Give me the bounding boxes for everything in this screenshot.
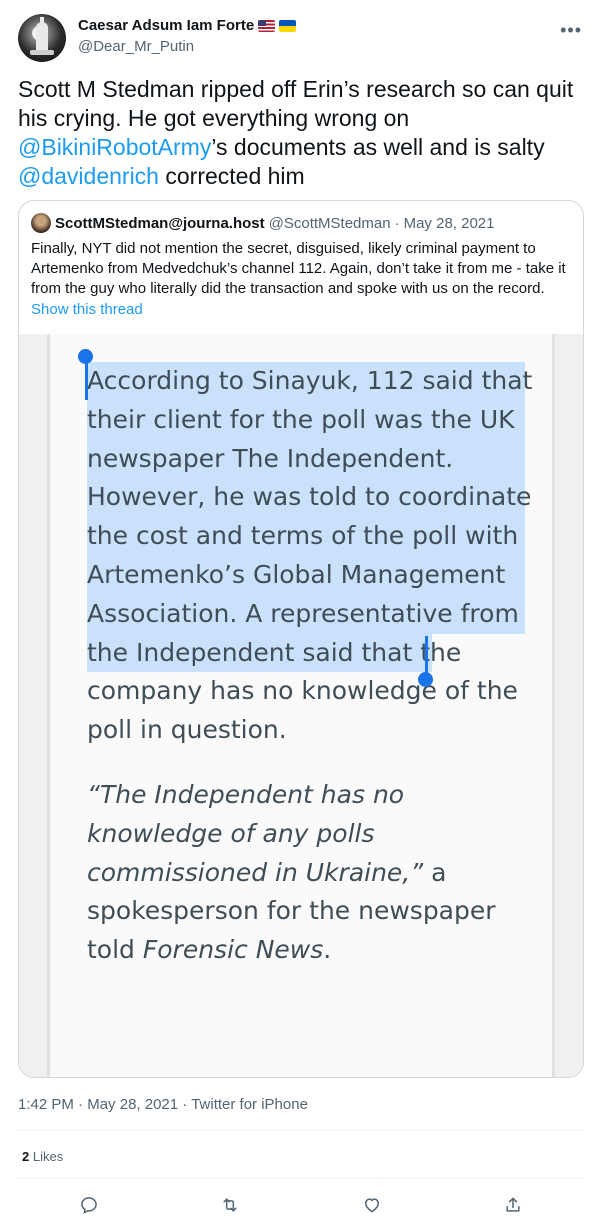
tweet-header: Caesar Adsum Iam Forte @Dear_Mr_Putin ••… — [18, 14, 584, 62]
share-button[interactable] — [498, 1190, 528, 1220]
mention-link-bikinirobotarmy[interactable]: @BikiniRobotArmy — [18, 134, 211, 160]
quoted-tweet-text: Finally, NYT did not mention the secret,… — [31, 240, 566, 297]
likes-stat[interactable]: 2 Likes — [22, 1149, 63, 1164]
selection-start-handle-icon — [78, 349, 93, 364]
quoted-tweet-header: ScottMStedman@journa.host @ScottMStedman… — [31, 213, 495, 233]
selection-end-handle-icon — [418, 672, 433, 687]
divider — [18, 1130, 584, 1131]
quoted-author-handle: @ScottMStedman — [268, 214, 391, 232]
chess-piece-base — [30, 50, 54, 55]
author-name-row: Caesar Adsum Iam Forte — [78, 17, 297, 34]
likes-label: Likes — [32, 1149, 64, 1164]
divider — [18, 1178, 584, 1179]
author-avatar[interactable] — [18, 14, 66, 62]
separator-dot: · — [394, 214, 400, 232]
show-thread-link[interactable]: Show this thread — [31, 301, 143, 318]
retweet-button[interactable] — [215, 1190, 245, 1220]
meta-separator: · — [178, 1096, 192, 1113]
article-text: According to Sinayuk, 112 said that thei… — [87, 362, 537, 970]
author-handle[interactable]: @Dear_Mr_Putin — [78, 38, 194, 55]
highlighted-text: According to Sinayuk, 112 said that thei… — [87, 366, 533, 628]
tweet-date[interactable]: May 28, 2021 — [87, 1096, 178, 1113]
reply-button[interactable] — [74, 1190, 104, 1220]
tweet-text-part: Scott M Stedman ripped off Erin’s resear… — [18, 76, 574, 131]
mention-link-davidenrich[interactable]: @davidenrich — [18, 163, 159, 189]
retweet-icon — [223, 1198, 237, 1212]
author-display-name[interactable]: Caesar Adsum Iam Forte — [78, 17, 254, 34]
meta-separator: · — [73, 1096, 88, 1113]
more-options-icon[interactable]: ••• — [560, 20, 582, 41]
us-flag-icon — [258, 19, 276, 32]
tweet-text: Scott M Stedman ripped off Erin’s resear… — [18, 75, 586, 191]
quoted-tweet-card[interactable]: ScottMStedman@journa.host @ScottMStedman… — [18, 200, 584, 1078]
likes-count: 2 — [22, 1149, 30, 1164]
chess-piece-shape — [36, 22, 48, 52]
article-text-end: . — [323, 935, 332, 965]
quoted-author-avatar — [31, 213, 51, 233]
article-source: Forensic News — [142, 935, 324, 965]
selection-end-line — [425, 636, 428, 674]
share-icon — [506, 1197, 520, 1212]
tweet-actions — [18, 1190, 584, 1220]
selection-start-line — [85, 362, 88, 400]
quoted-tweet-image[interactable]: According to Sinayuk, 112 said that thei… — [19, 334, 583, 1077]
tweet-client[interactable]: Twitter for iPhone — [191, 1096, 308, 1113]
quoted-tweet-date: May 28, 2021 — [403, 214, 495, 232]
ukraine-flag-icon — [279, 19, 297, 32]
article-quote-paragraph: “The Independent has no knowledge of any… — [87, 776, 537, 970]
like-icon — [364, 1198, 379, 1213]
article-quote: “The Independent has no knowledge of any… — [87, 779, 424, 887]
tweet-meta: 1:42 PM · May 28, 2021 · Twitter for iPh… — [18, 1096, 308, 1113]
tweet-text-part: corrected him — [158, 163, 305, 189]
tweet-text-part: ’s documents as well and is salty — [211, 134, 545, 160]
like-button[interactable] — [357, 1190, 387, 1220]
quoted-author-name: ScottMStedman@journa.host — [55, 214, 265, 232]
tweet-time[interactable]: 1:42 PM — [18, 1096, 74, 1113]
reply-icon — [80, 1197, 97, 1214]
article-paragraph: According to Sinayuk, 112 said that thei… — [87, 362, 537, 750]
